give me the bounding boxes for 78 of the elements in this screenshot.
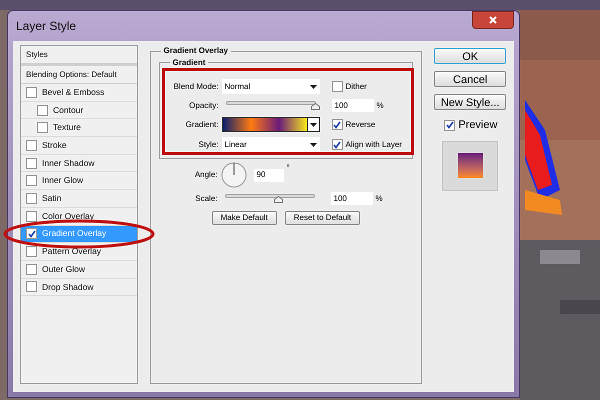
style-label: Texture xyxy=(53,121,81,134)
dialog-button[interactable]: Cancel xyxy=(434,71,506,87)
checkbox[interactable] xyxy=(26,281,37,292)
style-list-item[interactable]: Inner Shadow xyxy=(21,154,136,172)
style-label: Satin xyxy=(42,192,62,205)
checkbox-label: Reverse xyxy=(346,118,376,130)
style-list-item[interactable]: Texture xyxy=(21,119,136,138)
checkbox[interactable] xyxy=(26,210,37,222)
default-button[interactable]: Reset to Default xyxy=(284,211,360,225)
style-label: Outer Glow xyxy=(42,262,85,276)
field-label: Angle: xyxy=(194,169,218,181)
checkmark-icon xyxy=(333,140,341,148)
checkmark-icon xyxy=(28,230,36,238)
checkmark-icon xyxy=(333,120,341,128)
caret-icon xyxy=(310,142,316,146)
close-button[interactable] xyxy=(472,11,514,29)
checkbox[interactable] xyxy=(26,264,37,275)
field-label: Opacity: xyxy=(188,100,218,112)
checkbox[interactable] xyxy=(332,81,342,92)
style-label: Color Overlay xyxy=(42,210,94,223)
checkbox[interactable] xyxy=(26,140,37,151)
style-label: Bevel & Emboss xyxy=(42,86,104,99)
style-label: Inner Glow xyxy=(42,174,84,188)
style-list-item[interactable]: Stroke xyxy=(21,137,136,155)
checkbox[interactable] xyxy=(26,175,37,186)
unit-label: % xyxy=(376,192,383,204)
slider-thumb[interactable] xyxy=(311,103,320,110)
checkbox[interactable] xyxy=(26,86,37,98)
list-header: Styles xyxy=(21,46,136,66)
checkbox[interactable] xyxy=(37,104,48,116)
blend-mode-dropdown[interactable]: Normal xyxy=(222,79,320,94)
style-list-item[interactable]: Outer Glow xyxy=(21,260,136,279)
checkbox-label: Align with Layer xyxy=(346,138,402,150)
unit-label: % xyxy=(376,100,384,112)
angle-dial[interactable] xyxy=(220,162,246,188)
field-label: Style: xyxy=(197,138,218,150)
checkbox-label: Dither xyxy=(346,80,367,92)
style-list-item[interactable]: Satin xyxy=(21,190,136,208)
style-label: Inner Shadow xyxy=(42,156,94,170)
scale-field[interactable]: 100 xyxy=(330,192,372,205)
checkbox-label: Preview xyxy=(458,118,498,133)
style-dropdown[interactable]: Linear xyxy=(222,137,320,152)
field-label: Gradient: xyxy=(184,118,218,130)
panel-title: Gradient Overlay xyxy=(160,45,231,57)
style-list-item[interactable]: Contour xyxy=(21,102,136,120)
blending-options-item[interactable]: Blending Options: Default xyxy=(21,66,136,84)
checkbox[interactable] xyxy=(332,139,342,150)
window-title: Layer Style xyxy=(16,18,76,35)
field-label: Blend Mode: xyxy=(172,80,218,92)
checkbox[interactable] xyxy=(444,120,456,131)
checkmark-icon xyxy=(446,121,454,130)
style-label: Gradient Overlay xyxy=(42,227,106,240)
caret-icon xyxy=(310,84,316,88)
dialog-button[interactable]: New Style... xyxy=(434,94,506,110)
checkbox[interactable] xyxy=(26,228,37,240)
style-label: Drop Shadow xyxy=(42,280,94,294)
style-list-item[interactable]: Pattern Overlay xyxy=(21,243,136,261)
style-label: Pattern Overlay xyxy=(42,245,102,258)
gradient-picker[interactable] xyxy=(222,117,320,132)
style-list-item[interactable]: Bevel & Emboss xyxy=(21,84,136,102)
checkbox[interactable] xyxy=(332,119,342,130)
dialog-button[interactable]: OK xyxy=(434,48,506,64)
style-label: Contour xyxy=(53,104,84,116)
default-button[interactable]: Make Default xyxy=(212,211,277,225)
angle-field[interactable]: 90 xyxy=(254,168,284,182)
style-label: Stroke xyxy=(42,139,67,152)
close-icon xyxy=(489,16,497,24)
style-list-item[interactable]: Inner Glow xyxy=(21,172,136,190)
checkbox[interactable] xyxy=(26,192,37,204)
field-label: Scale: xyxy=(194,192,218,204)
checkbox[interactable] xyxy=(37,122,48,134)
preview-swatch xyxy=(458,153,483,178)
opacity-field[interactable]: 100 xyxy=(332,99,374,112)
checkbox[interactable] xyxy=(26,246,37,258)
style-list-item[interactable]: Drop Shadow xyxy=(21,278,136,296)
caret-icon xyxy=(310,122,316,126)
unit-label: ° xyxy=(286,162,290,174)
checkbox[interactable] xyxy=(26,158,37,169)
